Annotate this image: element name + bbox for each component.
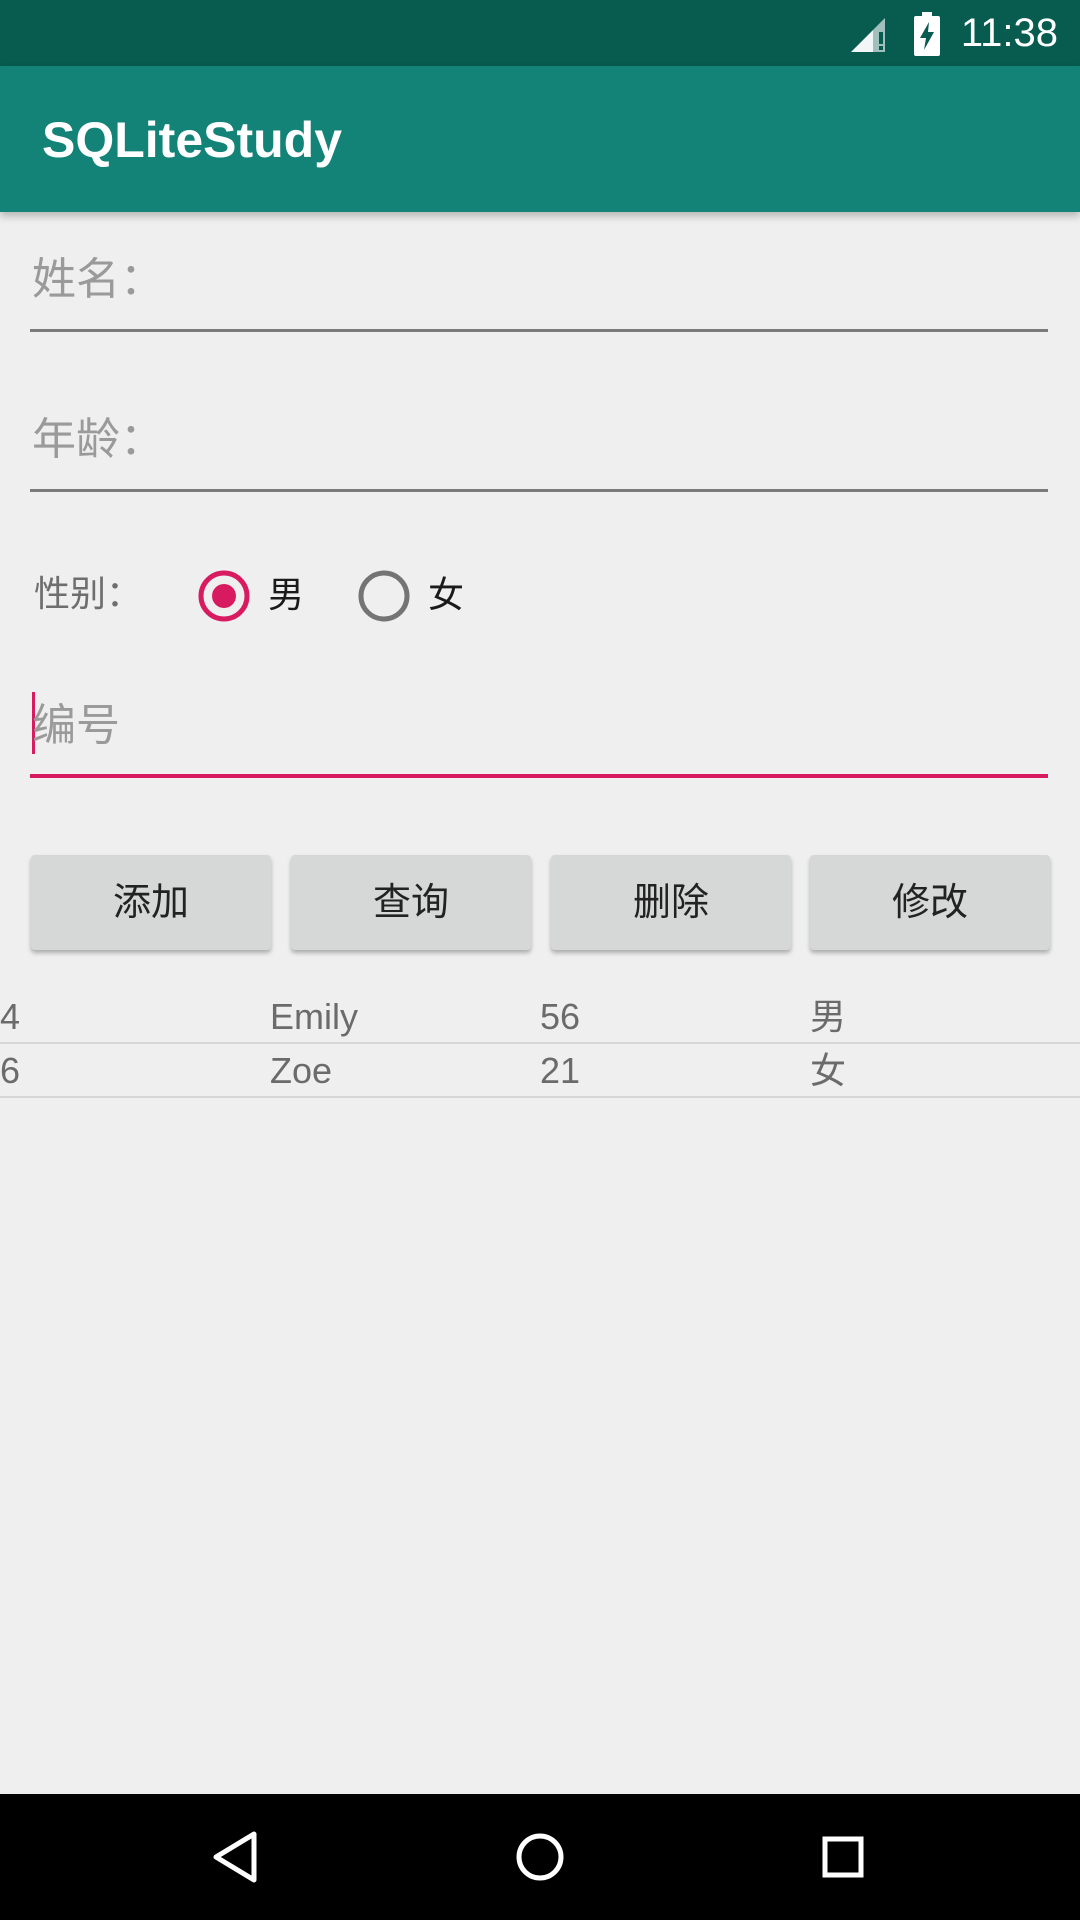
add-button[interactable]: 添加 — [31, 855, 271, 950]
cell-age: 21 — [540, 1050, 581, 1091]
navigation-bar — [0, 1794, 1080, 1920]
radio-female[interactable] — [358, 570, 410, 622]
home-icon[interactable] — [507, 1824, 573, 1890]
recents-icon[interactable] — [810, 1824, 876, 1890]
cell-age: 56 — [540, 996, 581, 1037]
radio-male-label[interactable]: 男 — [268, 572, 304, 620]
back-icon[interactable] — [204, 1824, 270, 1890]
radio-checked-icon — [198, 570, 250, 622]
table-row[interactable]: 4 Emily 56 男 — [0, 990, 1080, 1044]
age-underline — [30, 489, 1048, 492]
status-icons — [847, 12, 940, 56]
id-field[interactable]: 编号 — [30, 668, 1048, 778]
age-placeholder: 年龄： — [32, 414, 164, 465]
status-bar: 11:38 — [0, 0, 1080, 66]
app-title: SQLiteStudy — [42, 112, 343, 168]
id-underline — [30, 774, 1048, 778]
app-bar: SQLiteStudy — [0, 66, 1080, 212]
cell-name: Zoe — [270, 1050, 333, 1091]
cell-id: 6 — [0, 1050, 21, 1091]
query-button[interactable]: 查询 — [291, 855, 531, 950]
id-placeholder: 编号 — [32, 700, 120, 751]
status-time: 11:38 — [960, 11, 1058, 55]
radio-unchecked-icon — [358, 570, 410, 622]
name-underline — [30, 329, 1048, 332]
signal-icon — [847, 12, 896, 52]
table-row[interactable]: 6 Zoe 21 女 — [0, 1044, 1080, 1098]
name-placeholder: 姓名： — [32, 254, 164, 305]
cell-id: 4 — [0, 996, 21, 1037]
battery-charging-icon — [914, 12, 940, 56]
name-field[interactable]: 姓名： — [30, 222, 1048, 332]
delete-button[interactable]: 删除 — [551, 855, 791, 950]
cell-gender: 男 — [810, 996, 847, 1037]
radio-female-label[interactable]: 女 — [428, 572, 464, 620]
radio-male[interactable] — [198, 570, 250, 622]
gender-label: 性别： — [34, 574, 143, 615]
age-field[interactable]: 年龄： — [30, 382, 1048, 492]
cell-name: Emily — [270, 996, 358, 1037]
cell-gender: 女 — [810, 1050, 847, 1091]
gender-row: 性别： 男 女 — [0, 560, 1080, 632]
update-button[interactable]: 修改 — [810, 855, 1050, 950]
results-table: 4 Emily 56 男 6 Zoe 21 女 — [0, 990, 1080, 1098]
